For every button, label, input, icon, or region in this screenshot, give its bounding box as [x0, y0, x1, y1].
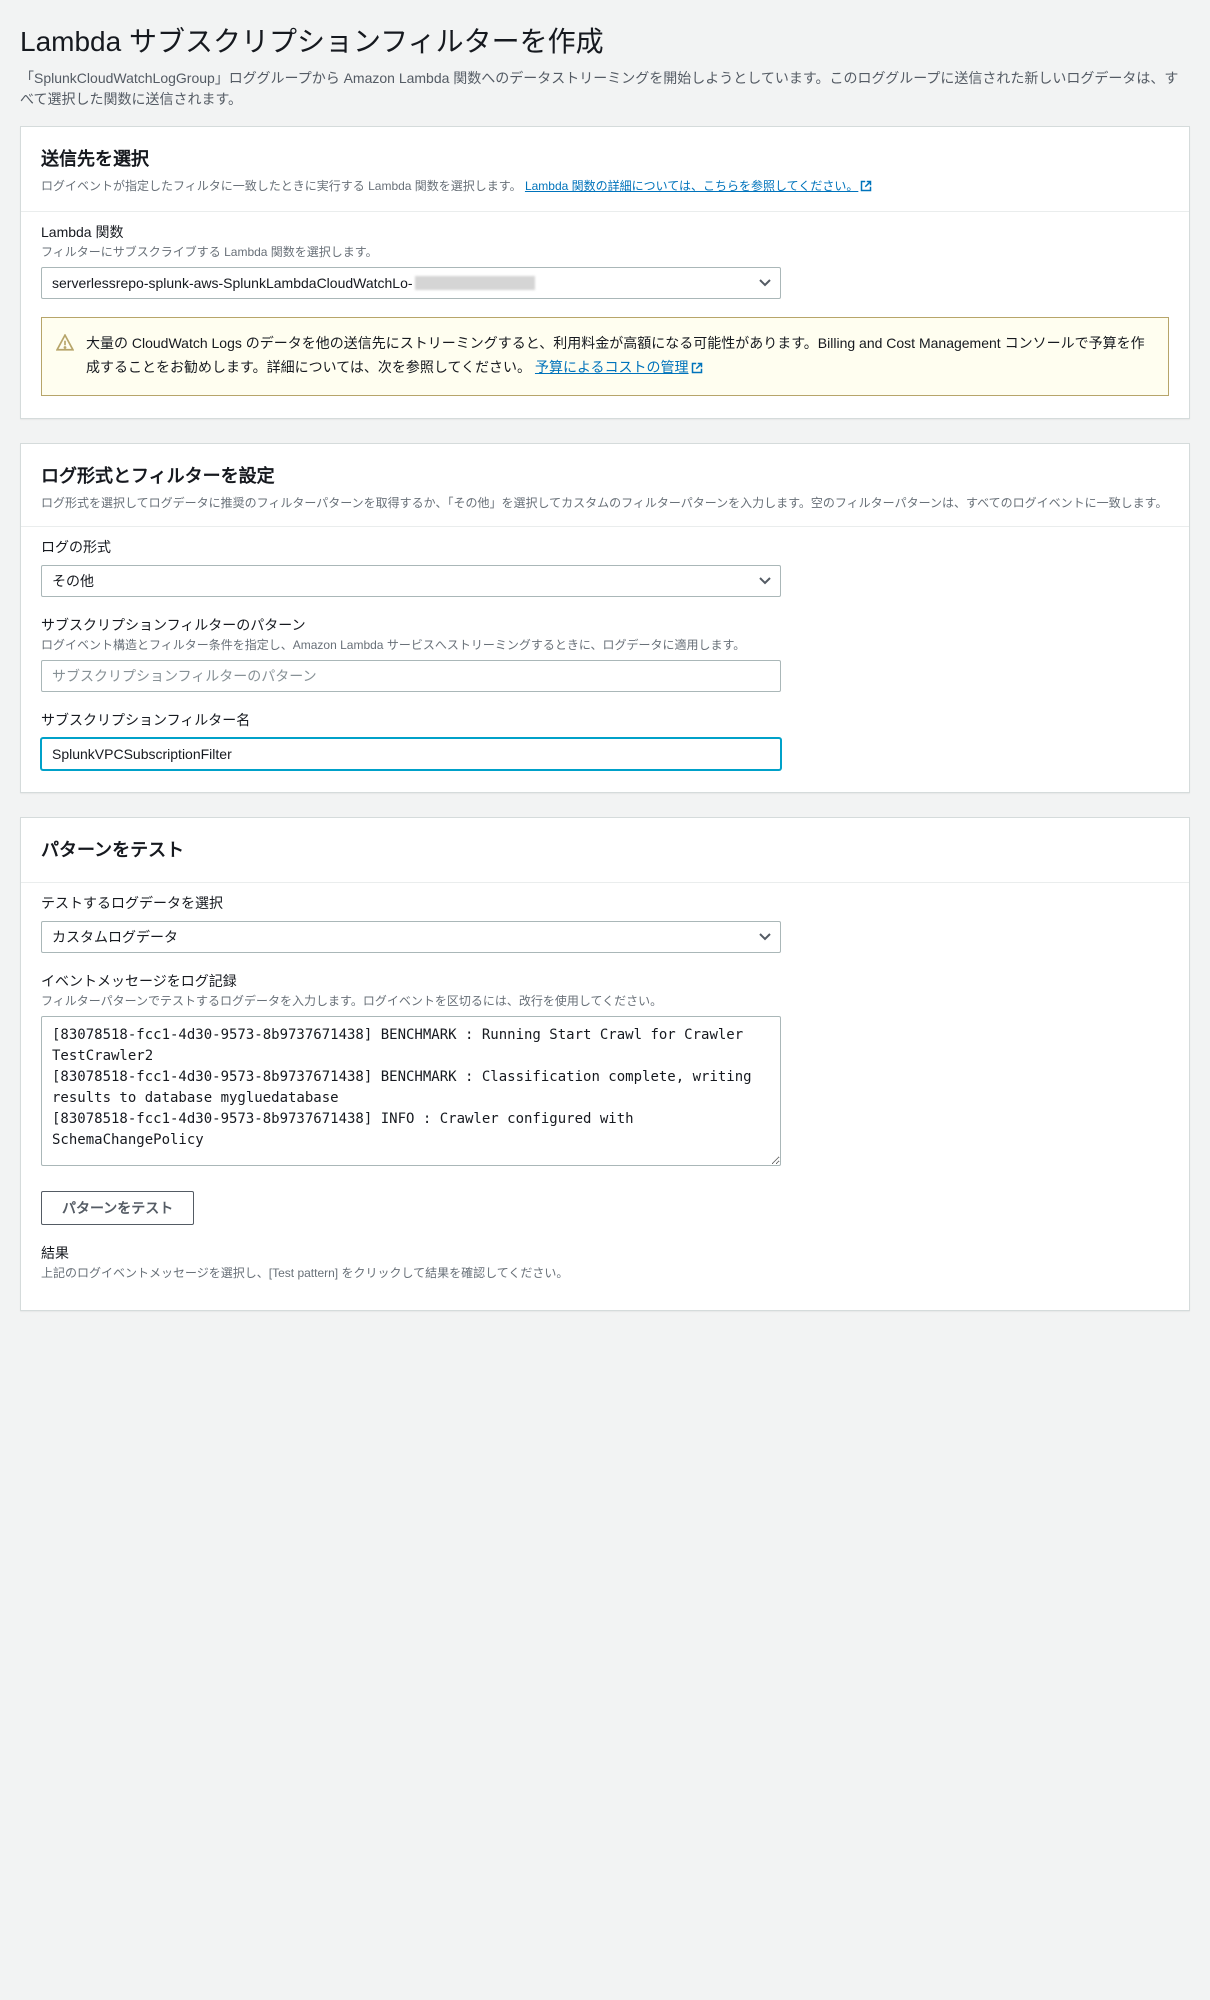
lambda-function-select[interactable]: serverlessrepo-splunk-aws-SplunkLambdaCl… — [41, 267, 781, 299]
panel-test: パターンをテスト テストするログデータを選択 カスタムログデータ イベントメッセ… — [20, 817, 1190, 1311]
event-messages-hint: フィルターパターンでテストするログデータを入力します。ログイベントを区切るには、… — [41, 993, 1169, 1010]
filter-name-label: サブスクリプションフィルター名 — [41, 710, 1169, 730]
page-description: 「SplunkCloudWatchLogGroup」ロググループから Amazo… — [20, 68, 1190, 110]
warning-icon — [56, 334, 74, 352]
test-data-select[interactable]: カスタムログデータ — [41, 921, 781, 953]
panel-destination: 送信先を選択 ログイベントが指定したフィルタに一致したときに実行する Lambd… — [20, 126, 1190, 419]
budget-link[interactable]: 予算によるコストの管理 — [535, 359, 689, 375]
filter-pattern-input[interactable] — [41, 660, 781, 692]
redacted-text — [415, 276, 535, 290]
test-pattern-button[interactable]: パターンをテスト — [41, 1191, 194, 1225]
filter-pattern-label: サブスクリプションフィルターのパターン — [41, 615, 1169, 635]
results-label: 結果 — [41, 1243, 1169, 1263]
filter-name-input[interactable] — [41, 738, 781, 770]
lambda-docs-link[interactable]: Lambda 関数の詳細については、こちらを参照してください。 — [525, 179, 858, 193]
section-test-title: パターンをテスト — [41, 836, 1169, 862]
results-hint: 上記のログイベントメッセージを選択し、[Test pattern] をクリックし… — [41, 1265, 1169, 1282]
lambda-function-hint: フィルターにサブスクライブする Lambda 関数を選択します。 — [41, 244, 1169, 261]
section-destination-title: 送信先を選択 — [41, 145, 1169, 171]
log-format-label: ログの形式 — [41, 537, 1169, 557]
external-link-icon — [860, 179, 872, 197]
section-destination-desc: ログイベントが指定したフィルタに一致したときに実行する Lambda 関数を選択… — [41, 177, 1169, 197]
lambda-function-label: Lambda 関数 — [41, 222, 1169, 242]
event-messages-label: イベントメッセージをログ記録 — [41, 971, 1169, 991]
test-data-select-label: テストするログデータを選択 — [41, 893, 1169, 913]
panel-filter: ログ形式とフィルターを設定 ログ形式を選択してログデータに推奨のフィルターパター… — [20, 443, 1190, 793]
event-messages-textarea[interactable] — [41, 1016, 781, 1166]
filter-pattern-hint: ログイベント構造とフィルター条件を指定し、Amazon Lambda サービスへ… — [41, 637, 1169, 654]
log-format-select[interactable]: その他 — [41, 565, 781, 597]
external-link-icon — [691, 358, 703, 382]
cost-warning-alert: 大量の CloudWatch Logs のデータを他の送信先にストリーミングする… — [41, 317, 1169, 397]
section-filter-title: ログ形式とフィルターを設定 — [41, 462, 1169, 488]
page-title: Lambda サブスクリプションフィルターを作成 — [20, 20, 1190, 60]
section-filter-desc: ログ形式を選択してログデータに推奨のフィルターパターンを取得するか、「その他」を… — [41, 494, 1169, 512]
